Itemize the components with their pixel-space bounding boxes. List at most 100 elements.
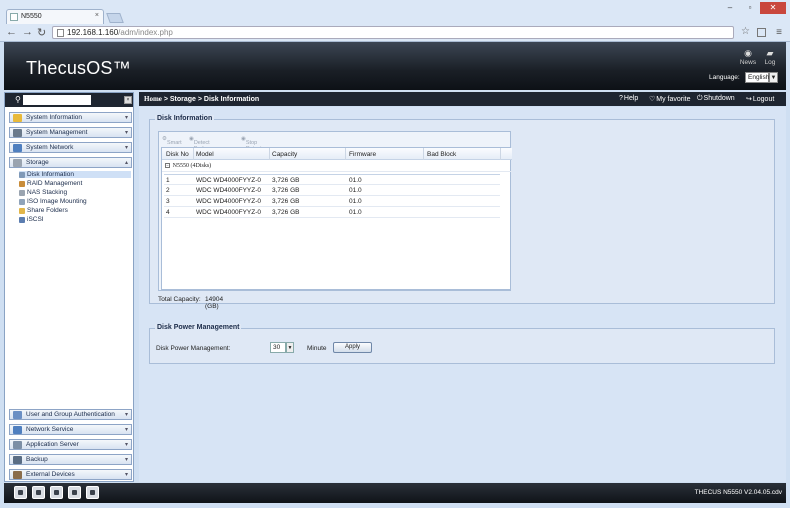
page-favicon-icon — [10, 13, 18, 21]
shutdown-button[interactable]: ⏻Shutdown — [697, 95, 735, 103]
sidebar-group-system-information[interactable]: System Information ▾ — [9, 112, 132, 123]
browser-menu-icon[interactable]: ≡ — [776, 27, 782, 38]
sidebar-group-external-devices[interactable]: External Devices ▾ — [9, 469, 132, 480]
cell-model: WDC WD4000FYYZ-0 — [196, 177, 262, 184]
column-divider — [423, 148, 424, 160]
temperature-icon[interactable] — [68, 486, 81, 499]
rss-icon: ◉ — [744, 48, 752, 58]
sidebar-item-raid-management[interactable]: RAID Management — [19, 180, 82, 187]
window-controls: – ▫ ✕ — [720, 2, 786, 14]
sidebar-item-disk-information[interactable]: Disk Information — [19, 171, 131, 178]
help-button[interactable]: ?Help — [619, 95, 638, 102]
sidebar-group-system-management[interactable]: System Management ▾ — [9, 127, 132, 138]
breadcrumb-bar: Home > Storage > Disk Information ?Help … — [139, 92, 786, 106]
search-input[interactable] — [23, 95, 91, 105]
table-row[interactable]: 1 WDC WD4000FYYZ-0 3,726 GB 01.0 — [164, 174, 500, 185]
logout-button[interactable]: ↪Logout — [746, 95, 774, 103]
sidebar-group-application-server[interactable]: Application Server ▾ — [9, 439, 132, 450]
breadcrumb-home-link[interactable]: Home — [144, 95, 162, 103]
col-bad-block[interactable]: Bad Block — [427, 151, 456, 158]
table-row[interactable]: 3 WDC WD4000FYYZ-0 3,726 GB 01.0 — [164, 196, 500, 207]
my-favorite-button[interactable]: ♡My favorite — [649, 95, 691, 103]
collapse-icon[interactable]: − — [165, 163, 170, 168]
sidebar-group-user-and-group-authentication[interactable]: User and Group Authentication ▾ — [9, 409, 132, 420]
sidebar-item-iscsi[interactable]: iSCSI — [19, 216, 44, 223]
storage-icon — [13, 159, 22, 167]
extension-icon[interactable] — [757, 28, 766, 37]
stack-icon — [19, 190, 25, 196]
sidebar-item-nas-stacking[interactable]: NAS Stacking — [19, 189, 67, 196]
logout-icon: ↪ — [746, 96, 752, 103]
sidebar-group-system-network[interactable]: System Network ▾ — [9, 142, 132, 153]
column-divider — [269, 148, 270, 160]
group-label: Network Service — [26, 426, 74, 433]
disk-information-legend: Disk Information — [155, 115, 215, 122]
search-icon: ⚲ — [15, 95, 21, 104]
table-row[interactable]: 4 WDC WD4000FYYZ-0 3,726 GB 01.0 — [164, 207, 500, 218]
camera-icon[interactable] — [32, 486, 45, 499]
breadcrumb: Home > Storage > Disk Information — [144, 95, 259, 103]
table-row[interactable]: 2 WDC WD4000FYYZ-0 3,726 GB 01.0 — [164, 185, 500, 196]
stop-detect-bad-block-button[interactable]: ◉ Stop Detect Bad Block — [241, 136, 262, 164]
chevron-down-icon: ▾ — [124, 457, 128, 463]
smart-label: Smart — [166, 140, 182, 146]
app-header: ThecusOS™ ◉ News ▰ Log Language: English… — [4, 42, 786, 90]
power-minutes-select[interactable]: 30 — [270, 342, 286, 353]
forward-arrow-icon[interactable]: → — [22, 26, 33, 38]
sidebar-item-iso-image-mounting[interactable]: ISO Image Mounting — [19, 198, 87, 205]
language-select[interactable]: English — [745, 72, 769, 83]
chevron-down-icon[interactable]: ▼ — [769, 72, 778, 83]
sidebar-item-share-folders[interactable]: Share Folders — [19, 207, 68, 214]
new-tab-button[interactable] — [106, 13, 124, 23]
monitor-icon[interactable] — [14, 486, 27, 499]
group-label: System Network — [26, 144, 74, 151]
network-tree-icon[interactable] — [86, 486, 99, 499]
fan-icon[interactable] — [50, 486, 63, 499]
log-label: Log — [764, 59, 776, 66]
disk-icon — [19, 172, 25, 178]
table-header: Disk No Model Capacity Firmware Bad Bloc… — [162, 148, 512, 160]
iscsi-icon — [19, 217, 25, 223]
log-button[interactable]: ▰ Log — [760, 48, 780, 66]
sidebar-group-backup[interactable]: Backup ▾ — [9, 454, 132, 465]
sidebar-item-label: Disk Information — [27, 171, 74, 178]
col-model[interactable]: Model — [196, 151, 214, 158]
cell-capacity: 3,726 GB — [272, 187, 300, 194]
disc-icon — [19, 199, 25, 205]
group-label: System Management — [26, 129, 88, 136]
col-disk-no[interactable]: Disk No — [166, 151, 189, 158]
col-firmware[interactable]: Firmware — [349, 151, 376, 158]
tab-title: N5550 — [21, 13, 42, 20]
news-button[interactable]: ◉ News — [738, 48, 758, 66]
tab-close-icon[interactable]: × — [95, 12, 99, 19]
search-clear-icon[interactable]: × — [124, 96, 132, 104]
firmware-version: THECUS N5550 V2.04.05.cdv — [694, 489, 782, 496]
group-row[interactable]: − N5550 (4Disks) — [162, 161, 512, 172]
maximize-icon[interactable]: ▫ — [740, 2, 760, 14]
sidebar-search: ⚲ × — [5, 93, 133, 107]
apply-button[interactable]: Apply — [333, 342, 372, 353]
col-capacity[interactable]: Capacity — [272, 151, 297, 158]
sidebar-group-storage[interactable]: Storage ▴ — [9, 157, 132, 168]
back-arrow-icon[interactable]: ← — [6, 26, 17, 38]
minimize-icon[interactable]: – — [720, 2, 740, 14]
group-label: User and Group Authentication — [26, 411, 115, 418]
cell-firmware: 01.0 — [349, 209, 362, 216]
reload-icon[interactable]: ↻ — [37, 26, 46, 39]
sidebar-group-network-service[interactable]: Network Service ▾ — [9, 424, 132, 435]
browser-tab[interactable]: N5550 × — [6, 9, 104, 24]
cell-firmware: 01.0 — [349, 198, 362, 205]
detect-bad-block-button[interactable]: ◉ Detect Bad Block — [189, 136, 210, 158]
tools-icon — [13, 129, 22, 137]
chevron-down-icon[interactable]: ▼ — [286, 342, 294, 353]
group-label: External Devices — [26, 471, 75, 478]
window-close-icon[interactable]: ✕ — [760, 2, 786, 14]
smart-button[interactable]: ⚙ Smart — [162, 136, 182, 146]
thecus-logo: ThecusOS™ — [26, 58, 131, 78]
cell-disk-no: 2 — [166, 187, 170, 194]
address-bar[interactable]: 192.168.1.160/adm/index.php — [52, 26, 734, 39]
power-label: Disk Power Management: — [156, 345, 231, 352]
chevron-down-icon: ▾ — [124, 115, 128, 121]
bookmark-star-icon[interactable]: ☆ — [741, 26, 750, 37]
cell-capacity: 3,726 GB — [272, 198, 300, 205]
